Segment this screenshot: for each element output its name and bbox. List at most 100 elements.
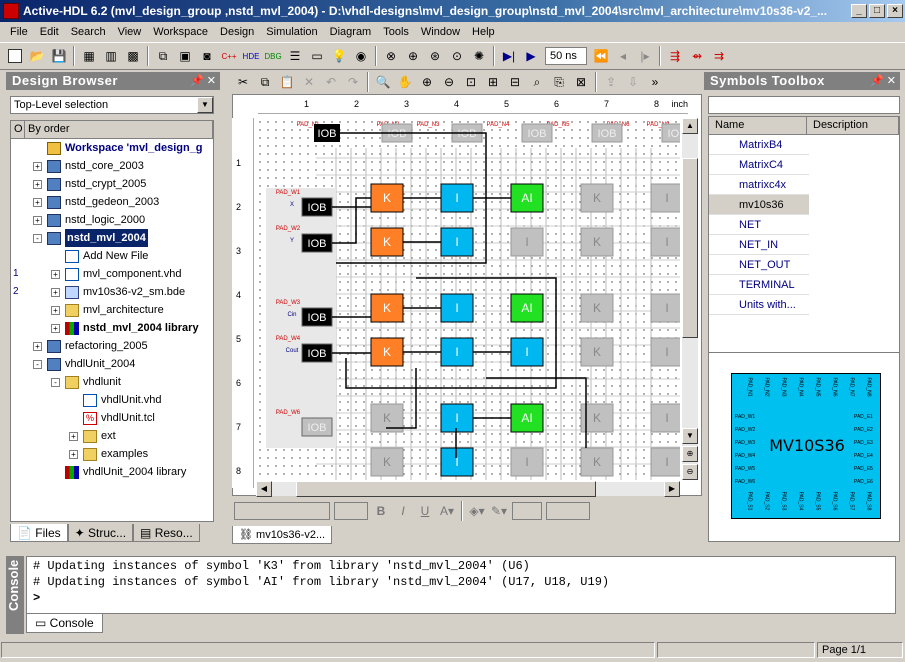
tree-item[interactable]: + nstd_core_2003 <box>11 157 213 175</box>
menu-tools[interactable]: Tools <box>377 26 415 38</box>
breakpoint-clear-icon[interactable]: ⇴ <box>687 46 707 66</box>
compile-set-icon[interactable]: ⊙ <box>447 46 467 66</box>
scroll-up-icon[interactable]: ▲ <box>682 118 698 134</box>
symbol-row[interactable]: NET <box>709 215 809 235</box>
compile-all-icon[interactable]: ⊛ <box>425 46 445 66</box>
delete-icon[interactable]: ✕ <box>299 72 319 92</box>
hscroll-thumb[interactable] <box>296 481 596 497</box>
undo-icon[interactable]: ↶ <box>321 72 341 92</box>
toolbar-more-icon[interactable]: » <box>645 72 665 92</box>
compile-lib-icon[interactable]: ✺ <box>469 46 489 66</box>
tree-item[interactable]: + nstd_gedeon_2003 <box>11 193 213 211</box>
expand-icon[interactable]: + <box>33 342 42 351</box>
expand-icon[interactable]: + <box>51 270 60 279</box>
copy-icon[interactable]: ⧉ <box>153 46 173 66</box>
tree-item[interactable]: 2 + mv10s36-v2_sm.bde <box>11 283 213 301</box>
line-style-select[interactable] <box>512 502 542 520</box>
pan-hand-icon[interactable]: ✋ <box>395 72 415 92</box>
maximize-button[interactable]: □ <box>869 4 885 18</box>
zoom-page-icon[interactable]: ⊟ <box>505 72 525 92</box>
col-name[interactable]: Name <box>709 117 807 134</box>
schematic-canvas[interactable]: PAD_N1PAD_N2PAD_N3PAD_N4PAD_N5PAD_N6PAD_… <box>256 118 680 480</box>
font-color-icon[interactable]: A▾ <box>437 501 457 521</box>
redo-icon[interactable]: ↷ <box>343 72 363 92</box>
symbol-row[interactable]: MatrixB4 <box>709 135 809 155</box>
top-level-selection[interactable]: Top-Level selection ▼ <box>10 96 214 114</box>
underline-icon[interactable]: U <box>415 501 435 521</box>
workspace-icon[interactable]: ▦ <box>79 46 99 66</box>
menu-file[interactable]: File <box>4 26 34 38</box>
zoom-in-scroll-icon[interactable]: ⊕ <box>682 446 698 462</box>
menu-window[interactable]: Window <box>415 26 466 38</box>
col-o[interactable]: O <box>11 121 25 138</box>
collapse-icon[interactable]: - <box>51 378 60 387</box>
zoom-icon[interactable]: 🔍 <box>373 72 393 92</box>
tree-item[interactable]: + mvl_architecture <box>11 301 213 319</box>
pane-close-icon[interactable]: 📌 ✕ <box>870 74 896 87</box>
line-color-icon[interactable]: ✎▾ <box>489 501 509 521</box>
vertical-scrollbar[interactable]: ▲ ▼ ⊕ ⊖ <box>682 118 698 480</box>
symbol-row[interactable]: matrixc4x <box>709 175 809 195</box>
col-description[interactable]: Description <box>807 117 899 134</box>
chevron-down-icon[interactable]: ▼ <box>197 97 213 113</box>
menu-workspace[interactable]: Workspace <box>147 26 214 38</box>
font-size-select[interactable] <box>334 502 368 520</box>
monitor-icon[interactable]: ▭ <box>307 46 327 66</box>
step-icon[interactable]: ◂ <box>613 46 633 66</box>
step-over-icon[interactable]: |▸ <box>635 46 655 66</box>
tab-console[interactable]: ▭ Console <box>26 614 103 633</box>
menu-search[interactable]: Search <box>65 26 112 38</box>
console-prompt[interactable]: > <box>33 591 889 607</box>
menu-design[interactable]: Design <box>214 26 260 38</box>
expand-icon[interactable]: + <box>33 180 42 189</box>
lightbulb-icon[interactable]: 💡 <box>329 46 349 66</box>
tree-item[interactable]: Workspace 'mvl_design_g <box>11 139 213 157</box>
symbol-row[interactable]: NET_IN <box>709 235 809 255</box>
step-back-icon[interactable]: ⏪ <box>591 46 611 66</box>
tree-item[interactable]: Add New File <box>11 247 213 265</box>
tree-item[interactable]: + refactoring_2005 <box>11 337 213 355</box>
zoom-out-icon[interactable]: ⊖ <box>439 72 459 92</box>
tree-item[interactable]: vhdlUnit_2004 library <box>11 463 213 481</box>
menu-view[interactable]: View <box>112 26 148 38</box>
symbol-row[interactable]: Units with... <box>709 295 809 315</box>
tree-item[interactable]: vhdlUnit.vhd <box>11 391 213 409</box>
menu-diagram[interactable]: Diagram <box>324 26 378 38</box>
pane-close-icon[interactable]: 📌 ✕ <box>190 74 216 87</box>
expand-icon[interactable]: + <box>51 306 60 315</box>
debug-hde-icon[interactable]: HDE <box>241 46 261 66</box>
hierarchy-icon[interactable]: ⎘ <box>549 72 569 92</box>
fill-color-icon[interactable]: ◈▾ <box>467 501 487 521</box>
tree-item[interactable]: 1 + mvl_component.vhd <box>11 265 213 283</box>
col-by-order[interactable]: By order <box>25 121 213 138</box>
symbol-row[interactable]: TERMINAL <box>709 275 809 295</box>
debug-cpp-icon[interactable]: C++ <box>219 46 239 66</box>
zoom-fit-icon[interactable]: ⊡ <box>461 72 481 92</box>
paste-icon[interactable]: 📋 <box>277 72 297 92</box>
pop-icon[interactable]: ⇩ <box>623 72 643 92</box>
italic-icon[interactable]: I <box>393 501 413 521</box>
layers-icon[interactable]: ☰ <box>285 46 305 66</box>
tree-item[interactable]: + nstd_logic_2000 <box>11 211 213 229</box>
tree-item[interactable]: + nstd_mvl_2004 library <box>11 319 213 337</box>
bold-icon[interactable]: B <box>371 501 391 521</box>
collapse-icon[interactable]: - <box>33 360 42 369</box>
find-icon[interactable]: ⌕ <box>527 72 547 92</box>
horizontal-scrollbar[interactable]: ◀ ▶ <box>256 481 680 497</box>
sim-time-input[interactable]: 50 ns <box>545 47 587 65</box>
tab-document[interactable]: ⛓ mv10s36-v2... <box>232 526 333 544</box>
compile-icon[interactable]: ⊕ <box>403 46 423 66</box>
menu-edit[interactable]: Edit <box>34 26 65 38</box>
font-name-select[interactable] <box>234 502 330 520</box>
cut-icon[interactable]: ✂ <box>233 72 253 92</box>
tab-resources[interactable]: ▤ Reso... <box>133 524 200 542</box>
tree-item[interactable]: + examples <box>11 445 213 463</box>
design-icon[interactable]: ◙ <box>197 46 217 66</box>
tree-item[interactable]: % vhdlUnit.tcl <box>11 409 213 427</box>
symbol-icon[interactable]: ⊠ <box>571 72 591 92</box>
expand-icon[interactable]: + <box>33 198 42 207</box>
zoom-out-scroll-icon[interactable]: ⊖ <box>682 464 698 480</box>
zoom-in-icon[interactable]: ⊕ <box>417 72 437 92</box>
scroll-thumb[interactable] <box>682 158 698 338</box>
scroll-left-icon[interactable]: ◀ <box>256 481 272 497</box>
